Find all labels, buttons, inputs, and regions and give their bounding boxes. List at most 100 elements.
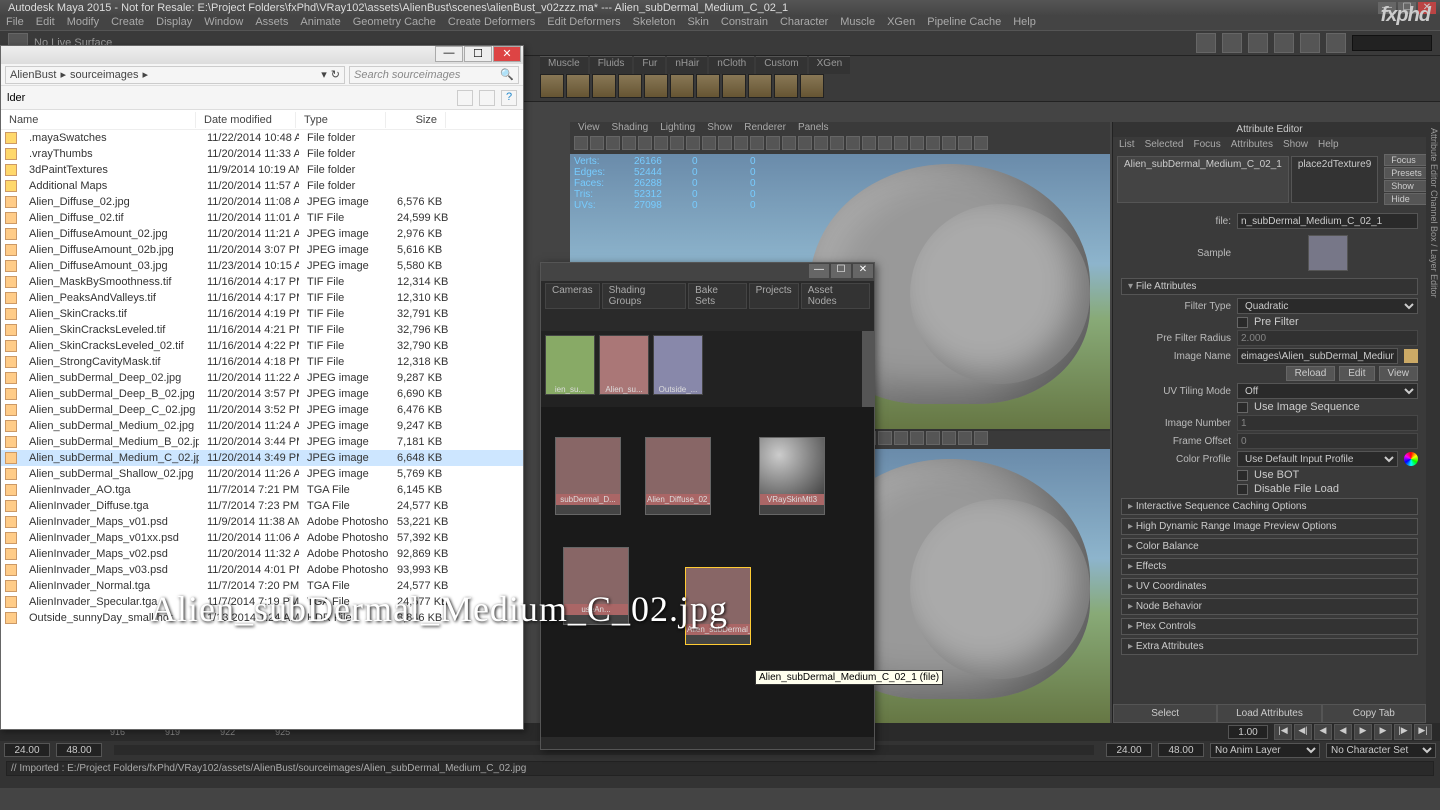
file-row[interactable]: Alien_StrongCavityMask.tif11/16/2014 4:1…	[1, 354, 523, 370]
shelf-tab-custom[interactable]: Custom	[756, 56, 806, 74]
frame-offset-field[interactable]	[1237, 433, 1418, 449]
viewport-tool-icon[interactable]	[974, 431, 988, 445]
viewport-tool-icon[interactable]	[734, 136, 748, 150]
right-panel-tabs[interactable]: Attribute Editor Channel Box / Layer Edi…	[1426, 122, 1440, 723]
viewport-tool-icon[interactable]	[638, 136, 652, 150]
image-number-field[interactable]	[1237, 415, 1418, 431]
viewport-menu-show[interactable]: Show	[707, 122, 732, 136]
ae-menu-selected[interactable]: Selected	[1145, 139, 1184, 150]
shelf-tab-muscle[interactable]: Muscle	[540, 56, 588, 74]
ae-copy-tab-button[interactable]: Copy Tab	[1322, 704, 1426, 723]
texture-swatch[interactable]: ien_su...	[545, 335, 595, 395]
viewport-tool-icon[interactable]	[718, 136, 732, 150]
menu-muscle[interactable]: Muscle	[840, 16, 875, 30]
viewport-tool-icon[interactable]	[942, 136, 956, 150]
shelf-icon[interactable]	[592, 74, 616, 98]
view-button[interactable]: View	[1379, 366, 1419, 381]
toolbar-icon[interactable]	[1248, 33, 1268, 53]
hypershade-tab[interactable]: Bake Sets	[688, 283, 746, 309]
shelf-icon[interactable]	[644, 74, 668, 98]
help-icon[interactable]: ?	[501, 90, 517, 106]
shelf-tab-fluids[interactable]: Fluids	[590, 56, 633, 74]
menu-constrain[interactable]: Constrain	[721, 16, 768, 30]
pre-filter-radius-field[interactable]	[1237, 330, 1418, 346]
anim-layer-select[interactable]: No Anim Layer	[1210, 743, 1320, 758]
play-backward-button[interactable]: ◀	[1334, 724, 1352, 740]
viewport-tool-icon[interactable]	[830, 136, 844, 150]
view-options-icon[interactable]	[457, 90, 473, 106]
file-row[interactable]: Alien_PeaksAndValleys.tif11/16/2014 4:17…	[1, 290, 523, 306]
go-to-start-button[interactable]: |◀	[1274, 724, 1292, 740]
filter-type-select[interactable]: Quadratic	[1237, 298, 1418, 314]
preview-pane-icon[interactable]	[479, 90, 495, 106]
range-start-field[interactable]	[4, 743, 50, 757]
menu-help[interactable]: Help	[1013, 16, 1036, 30]
shelf-icon[interactable]	[618, 74, 642, 98]
shelf-icon[interactable]	[748, 74, 772, 98]
file-row[interactable]: AlienInvader_Maps_v01.psd11/9/2014 11:38…	[1, 514, 523, 530]
breadcrumb-segment[interactable]: AlienBust	[10, 69, 56, 81]
column-type[interactable]: Type	[296, 112, 386, 128]
column-size[interactable]: Size	[386, 112, 446, 128]
viewport-tool-icon[interactable]	[814, 136, 828, 150]
file-row[interactable]: Alien_Diffuse_02.tif11/20/2014 11:01 AMT…	[1, 210, 523, 226]
viewport-menu-shading[interactable]: Shading	[612, 122, 649, 136]
image-name-field[interactable]	[1237, 348, 1398, 364]
current-time-field[interactable]	[1228, 725, 1268, 739]
shelf-tab-nhair[interactable]: nHair	[667, 56, 707, 74]
step-forward-button[interactable]: ▶	[1374, 724, 1392, 740]
close-button[interactable]: ✕	[493, 46, 521, 62]
file-row[interactable]: AlienInvader_AO.tga11/7/2014 7:21 PMTGA …	[1, 482, 523, 498]
texture-swatch[interactable]: Outside_...	[653, 335, 703, 395]
viewport-tool-icon[interactable]	[926, 136, 940, 150]
ae-hide-button[interactable]: Hide	[1384, 193, 1429, 205]
file-row[interactable]: AlienInvader_Maps_v03.psd11/20/2014 4:01…	[1, 562, 523, 578]
texture-swatch[interactable]: Alien_su...	[599, 335, 649, 395]
use-bot-checkbox[interactable]	[1237, 470, 1248, 481]
viewport-tool-icon[interactable]	[606, 136, 620, 150]
hypershade-tab[interactable]: Asset Nodes	[801, 283, 870, 309]
viewport-tool-icon[interactable]	[654, 136, 668, 150]
menu-pipeline-cache[interactable]: Pipeline Cache	[927, 16, 1001, 30]
viewport-tool-icon[interactable]	[574, 136, 588, 150]
viewport-tool-icon[interactable]	[894, 431, 908, 445]
scrollbar[interactable]	[862, 331, 874, 407]
file-row[interactable]: Alien_DiffuseAmount_02.jpg11/20/2014 11:…	[1, 226, 523, 242]
viewport-tool-icon[interactable]	[702, 136, 716, 150]
menu-window[interactable]: Window	[204, 16, 243, 30]
ae-focus-button[interactable]: Focus	[1384, 154, 1429, 166]
shader-node[interactable]: VRaySkinMtl3	[759, 437, 825, 515]
shelf-icon[interactable]	[540, 74, 564, 98]
viewport-tool-icon[interactable]	[670, 136, 684, 150]
viewport-menu-view[interactable]: View	[578, 122, 600, 136]
file-row[interactable]: Alien_subDermal_Medium_02.jpg11/20/2014 …	[1, 418, 523, 434]
column-date[interactable]: Date modified	[196, 112, 296, 128]
ae-section[interactable]: UV Coordinates	[1121, 578, 1418, 595]
file-row[interactable]: Alien_subDermal_Deep_02.jpg11/20/2014 11…	[1, 370, 523, 386]
ae-load-attributes-button[interactable]: Load Attributes	[1217, 704, 1321, 723]
file-row[interactable]: Alien_SkinCracksLeveled.tif11/16/2014 4:…	[1, 322, 523, 338]
shader-node[interactable]: Alien_Diffuse_02_1	[645, 437, 711, 515]
breadcrumb-segment[interactable]: sourceimages	[70, 69, 138, 81]
ae-section[interactable]: Interactive Sequence Caching Options	[1121, 498, 1418, 515]
viewport-tool-icon[interactable]	[798, 136, 812, 150]
ae-section[interactable]: Ptex Controls	[1121, 618, 1418, 635]
menu-geometry-cache[interactable]: Geometry Cache	[353, 16, 436, 30]
viewport-tool-icon[interactable]	[894, 136, 908, 150]
file-row[interactable]: Alien_Diffuse_02.jpg11/20/2014 11:08 AMJ…	[1, 194, 523, 210]
refresh-icon[interactable]: ↻	[331, 68, 340, 81]
shelf-icon[interactable]	[722, 74, 746, 98]
color-wheel-icon[interactable]	[1404, 452, 1418, 466]
color-profile-select[interactable]: Use Default Input Profile	[1237, 451, 1398, 467]
hypershade-tab[interactable]: Projects	[749, 283, 799, 309]
uv-tiling-select[interactable]: Off	[1237, 383, 1418, 399]
toolbar-icon[interactable]	[1326, 33, 1346, 53]
menu-create[interactable]: Create	[111, 16, 144, 30]
section-file-attributes[interactable]: File Attributes	[1121, 278, 1418, 295]
reload-button[interactable]: Reload	[1286, 366, 1336, 381]
shelf-tab-ncloth[interactable]: nCloth	[709, 56, 754, 74]
shelf-tab-fur[interactable]: Fur	[634, 56, 665, 74]
menu-skeleton[interactable]: Skeleton	[633, 16, 676, 30]
viewport-menu-renderer[interactable]: Renderer	[744, 122, 786, 136]
menu-xgen[interactable]: XGen	[887, 16, 915, 30]
